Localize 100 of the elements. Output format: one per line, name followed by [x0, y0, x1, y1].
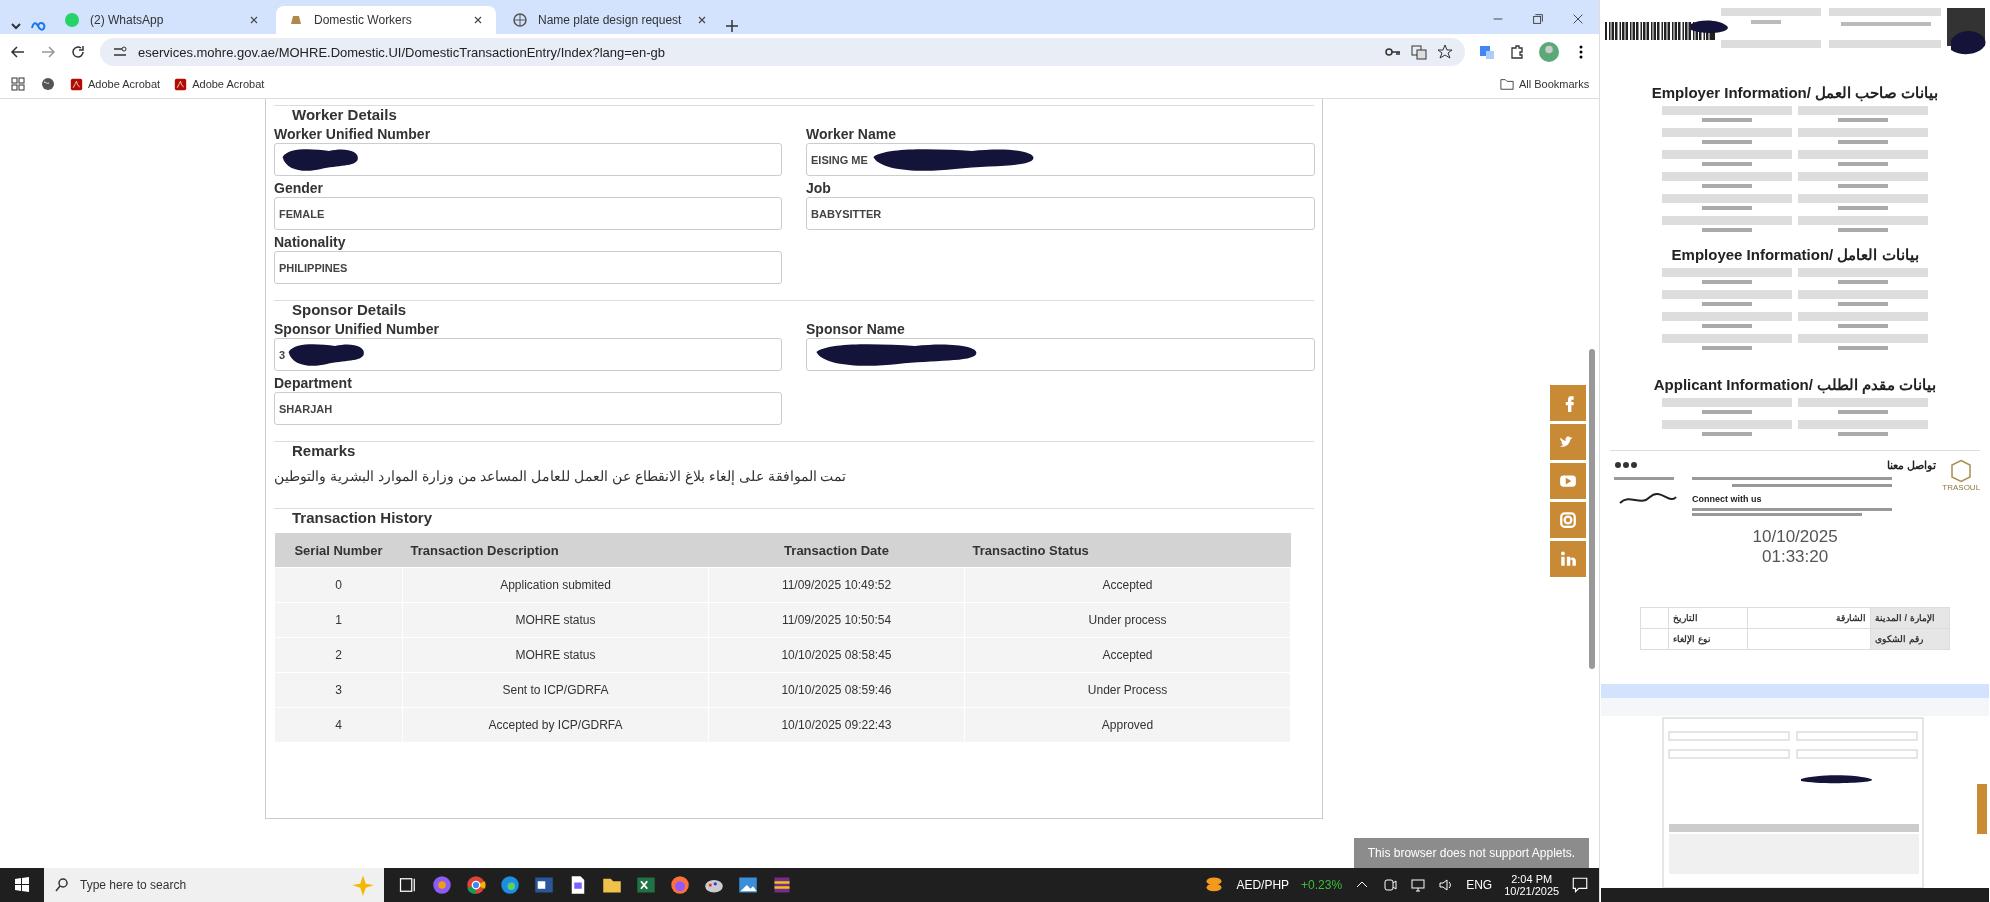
contact-title: تواصل معنا [1886, 459, 1937, 472]
currency-pair: AED/PHP [1236, 878, 1290, 892]
profile-avatar-icon[interactable] [1539, 42, 1560, 62]
column-header: Serial Number [274, 533, 403, 568]
table-cell: Sent to ICP/GDRFA [402, 672, 709, 708]
table-cell: Application submited [402, 567, 709, 603]
table-cell: 11/09/2025 10:49:52 [708, 567, 965, 603]
tooltip: This browser does not support Applets. [1353, 838, 1590, 868]
field-label: Department [274, 375, 352, 391]
table-cell: MOHRE status [402, 602, 709, 638]
star-icon[interactable] [1437, 44, 1454, 60]
remarks-text: تمت الموافقة على إلغاء بلاغ الانقطاع عن العمل للعامل المساعد من وزارة الموارد البشرية والتوطين [274, 468, 847, 484]
column-header: Transactino Status [964, 533, 1291, 568]
table-cell: 11/09/2025 10:50:54 [708, 602, 965, 638]
table-cell: 1 [274, 602, 403, 638]
contact-subtitle: Connect with us [1692, 494, 1763, 504]
address-bar[interactable]: eservices.mohre.gov.ae/MOHRE.Domestic.UI/DomesticTransactionEntry/Index?lang=en-gb [100, 38, 1466, 66]
table-cell: MOHRE status [402, 637, 709, 673]
reload-icon[interactable] [70, 44, 86, 60]
word-icon[interactable] [534, 875, 554, 895]
table-cell: Accepted [964, 637, 1291, 673]
camera-icon[interactable] [1550, 502, 1586, 538]
table-cell: 4 [274, 707, 403, 743]
cube-logo-icon [1949, 459, 1974, 483]
text-field[interactable]: PHILIPPINES [274, 251, 782, 284]
linkedin-icon[interactable] [1550, 541, 1586, 577]
browser-tab[interactable]: Domestic Workers [276, 6, 496, 34]
field-label: Sponsor Unified Number [274, 321, 439, 337]
folder-icon[interactable] [1499, 77, 1514, 91]
notifications-icon[interactable] [1571, 876, 1590, 894]
forward-icon[interactable] [40, 44, 56, 60]
meet-now-icon[interactable] [1382, 877, 1399, 893]
apps-grid-icon[interactable] [10, 76, 26, 92]
table-cell: 10/10/2025 08:58:45 [708, 637, 965, 673]
text-field[interactable]: SHARJAH [274, 392, 782, 425]
excel-icon[interactable] [636, 875, 656, 895]
pdf-icon[interactable] [174, 77, 188, 91]
bookmark[interactable]: Adobe Acrobat [70, 77, 161, 91]
text-field[interactable]: 3 [274, 338, 782, 371]
task-view-icon[interactable] [398, 875, 418, 895]
column-header: Transaction Description [402, 533, 709, 568]
image-icon[interactable] [738, 875, 758, 895]
field-label: Gender [274, 180, 323, 196]
table-cell: Under Process [964, 672, 1291, 708]
table-cell: 0 [274, 567, 403, 603]
taskbar-search-field[interactable]: Type here to search [44, 868, 384, 902]
field-label: Worker Unified Number [274, 126, 431, 142]
field-label: Job [806, 180, 831, 196]
table-cell: 10/10/2025 09:22:43 [708, 707, 965, 743]
table-cell: Approved [964, 707, 1291, 743]
text-field[interactable]: EISING ME [806, 143, 1315, 176]
table-cell: 10/10/2025 08:59:46 [708, 672, 965, 708]
close-icon[interactable] [472, 14, 484, 26]
document-heading: Employer Information/ بيانات صاحب العمل [1651, 84, 1939, 102]
translate-icon[interactable] [1411, 44, 1428, 60]
document-time: 01:33:20 [1762, 547, 1829, 567]
bookmark[interactable]: Adobe Acrobat [174, 77, 265, 91]
column-header: Transaction Date [708, 533, 965, 568]
table-cell: الشارقة [1836, 613, 1867, 623]
table-cell: 2 [274, 637, 403, 673]
document-heading: Applicant Information/ بيانات مقدم الطلب [1653, 376, 1937, 394]
table-label: رقم الشكوى [1875, 634, 1923, 644]
text-field[interactable] [274, 143, 782, 176]
close-icon[interactable] [248, 14, 260, 26]
language-indicator[interactable]: ENG [1466, 878, 1493, 892]
table-cell: 3 [274, 672, 403, 708]
text-field[interactable]: FEMALE [274, 197, 782, 230]
table-label: الإمارة / المدينة [1875, 613, 1935, 623]
text-field[interactable]: BABYSITTER [806, 197, 1315, 230]
scrollbar-thumb[interactable] [1589, 349, 1596, 669]
translate-icon[interactable] [1479, 44, 1496, 60]
new-tab-icon[interactable] [724, 18, 740, 34]
table-cell: Accepted [964, 567, 1291, 603]
search-icon[interactable] [54, 877, 70, 893]
browser-tab[interactable]: (2) WhatsApp [52, 6, 272, 34]
archive-icon[interactable] [772, 875, 792, 895]
currency-change: +0.23% [1301, 878, 1343, 892]
table-label: نوع الإلغاء [1673, 634, 1711, 644]
field-label: Worker Name [806, 126, 896, 142]
browser-tab[interactable]: Name plate design request [500, 6, 720, 34]
text-field[interactable] [806, 338, 1315, 371]
taskbar-clock[interactable]: 2:04 PM 10/21/2025 [1504, 873, 1560, 897]
windows-start-icon[interactable] [14, 877, 30, 893]
table-label: التاريخ [1673, 613, 1699, 623]
bird-icon[interactable] [1550, 424, 1586, 460]
brand-name: TRASOUL [1942, 483, 1981, 492]
back-icon[interactable] [10, 44, 26, 60]
pdf-icon[interactable] [70, 77, 83, 91]
facebook-icon[interactable] [1550, 385, 1586, 421]
document-date: 10/10/2025 [1752, 527, 1838, 547]
close-icon[interactable] [696, 14, 708, 26]
puzzle-icon[interactable] [1509, 44, 1526, 60]
restore-icon[interactable] [1531, 12, 1546, 26]
document-heading: Employee Information/ بيانات العامل [1671, 246, 1919, 264]
video-play-icon[interactable] [1550, 463, 1586, 499]
table-cell: Accepted by ICP/GDRFA [402, 707, 709, 743]
network-icon[interactable] [1410, 877, 1427, 893]
chrome-icon[interactable] [466, 875, 486, 895]
field-label: Nationality [274, 234, 346, 250]
all-bookmarks-button[interactable]: All Bookmarks [1499, 77, 1590, 91]
